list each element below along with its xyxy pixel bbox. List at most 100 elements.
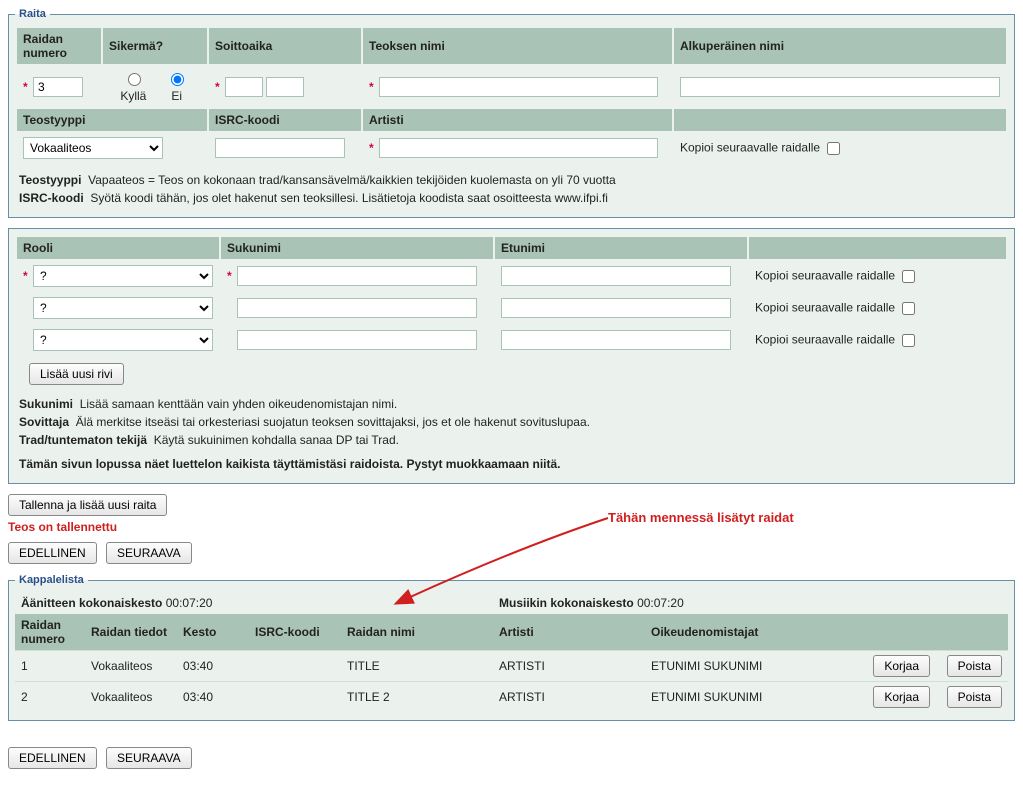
poista-button[interactable]: Poista xyxy=(947,655,1002,677)
kappalelista-legend: Kappalelista xyxy=(15,574,88,586)
kopioi-checkbox[interactable] xyxy=(827,142,840,155)
sikerma-kylla-radio[interactable] xyxy=(128,73,141,86)
aanite-kesto-label: Äänitteen kokonaiskesto xyxy=(21,596,162,610)
soittoaika-min-input[interactable] xyxy=(225,77,263,97)
next-button-top[interactable]: SEURAAVA xyxy=(106,542,192,564)
kappalelista-fieldset: Kappalelista Äänitteen kokonaiskesto 00:… xyxy=(8,574,1015,721)
rooli-select-3[interactable]: ? xyxy=(33,329,213,351)
col-isrc: ISRC-koodi xyxy=(249,614,341,651)
required-marker: * xyxy=(369,80,376,94)
kappalelista-table: Äänitteen kokonaiskesto 00:07:20 Musiiki… xyxy=(15,592,1008,712)
cell-num: 1 xyxy=(15,651,85,682)
help-trad-label: Trad/tuntematon tekijä xyxy=(19,433,147,447)
rooli-select-1[interactable]: ? xyxy=(33,265,213,287)
kopioi-checkbox-3[interactable] xyxy=(902,334,915,347)
info-isrc-text: Syötä koodi tähän, jos olet hakenut sen … xyxy=(90,191,608,205)
roles-help: Sukunimi Lisää samaan kenttään vain yhde… xyxy=(15,389,1008,475)
alkuperainen-nimi-input[interactable] xyxy=(680,77,1000,97)
table-row: 1Vokaaliteos03:40 TITLEARTISTIETUNIMI SUK… xyxy=(15,651,1008,682)
korjaa-button[interactable]: Korjaa xyxy=(873,655,930,677)
col-oikeuden: Oikeudenomistajat xyxy=(645,614,864,651)
hdr-sukunimi: Sukunimi xyxy=(221,237,493,259)
cell-kesto: 03:40 xyxy=(177,651,249,682)
required-marker: * xyxy=(23,80,30,94)
help-trad-text: Käytä sukuinimen kohdalla sanaa DP tai T… xyxy=(154,433,399,447)
cell-isrc xyxy=(249,651,341,682)
isrc-input[interactable] xyxy=(215,138,345,158)
hdr-teostyyppi: Teostyyppi xyxy=(17,109,207,131)
etunimi-input-1[interactable] xyxy=(501,266,731,286)
hdr-artisti: Artisti xyxy=(363,109,672,131)
kopioi-label: Kopioi seuraavalle raidalle xyxy=(680,140,820,154)
info-teostyyppi-label: Teostyyppi xyxy=(19,173,81,187)
raita-legend: Raita xyxy=(15,8,50,20)
cell-tiedot: Vokaaliteos xyxy=(85,651,177,682)
korjaa-button[interactable]: Korjaa xyxy=(873,686,930,708)
teostyyppi-select[interactable]: Vokaaliteos xyxy=(23,137,163,159)
cell-oik: ETUNIMI SUKUNIMI xyxy=(645,651,864,682)
artisti-input[interactable] xyxy=(379,138,658,158)
hdr-teoksen-nimi: Teoksen nimi xyxy=(363,28,672,64)
sukunimi-input-2[interactable] xyxy=(237,298,477,318)
poista-button[interactable]: Poista xyxy=(947,686,1002,708)
next-button-bottom[interactable]: SEURAAVA xyxy=(106,747,192,769)
kopioi-label: Kopioi seuraavalle raidalle xyxy=(755,268,895,282)
kopioi-label: Kopioi seuraavalle raidalle xyxy=(755,332,895,346)
sikerma-ei-label: Ei xyxy=(171,89,182,103)
sukunimi-input-1[interactable] xyxy=(237,266,477,286)
cell-isrc xyxy=(249,682,341,713)
table-row: 2Vokaaliteos03:40 TITLE 2ARTISTIETUNIMI S… xyxy=(15,682,1008,713)
hdr-blank xyxy=(674,109,1006,131)
kopioi-label: Kopioi seuraavalle raidalle xyxy=(755,300,895,314)
save-add-button[interactable]: Tallenna ja lisää uusi raita xyxy=(8,494,167,516)
hdr-etunimi: Etunimi xyxy=(495,237,747,259)
col-blank-2 xyxy=(936,614,1008,651)
cell-artisti: ARTISTI xyxy=(493,651,645,682)
roles-table: Rooli Sukunimi Etunimi * ? * Kopioi seur… xyxy=(15,235,1008,357)
hdr-raidan-numero: Raidan numero xyxy=(17,28,101,64)
cell-oik: ETUNIMI SUKUNIMI xyxy=(645,682,864,713)
raita-fieldset: Raita Raidan numero Sikermä? Soittoaika … xyxy=(8,8,1015,218)
sikerma-ei-radio[interactable] xyxy=(171,73,184,86)
teoksen-nimi-input[interactable] xyxy=(379,77,658,97)
help-footer: Tämän sivun lopussa näet luettelon kaiki… xyxy=(19,457,561,471)
cell-tiedot: Vokaaliteos xyxy=(85,682,177,713)
sikerma-kylla-label: Kyllä xyxy=(120,89,146,103)
etunimi-input-3[interactable] xyxy=(501,330,731,350)
hdr-soittoaika: Soittoaika xyxy=(209,28,361,64)
help-sovittaja-text: Älä merkitse itseäsi tai orkesteriasi su… xyxy=(76,415,590,429)
help-sovittaja-label: Sovittaja xyxy=(19,415,69,429)
raidan-numero-input[interactable] xyxy=(33,77,83,97)
add-row-button[interactable]: Lisää uusi rivi xyxy=(29,363,124,385)
col-raidan-numero: Raidan numero xyxy=(15,614,85,651)
info-teostyyppi-text: Vapaateos = Teos on kokonaan trad/kansan… xyxy=(88,173,616,187)
status-saved: Teos on tallennettu xyxy=(8,520,1015,534)
col-blank-1 xyxy=(864,614,936,651)
required-marker: * xyxy=(227,269,234,283)
required-marker: * xyxy=(215,80,222,94)
musiikki-kesto-label: Musiikin kokonaiskesto xyxy=(499,596,634,610)
prev-button-top[interactable]: EDELLINEN xyxy=(8,542,97,564)
kopioi-checkbox-1[interactable] xyxy=(902,270,915,283)
cell-kesto: 03:40 xyxy=(177,682,249,713)
prev-button-bottom[interactable]: EDELLINEN xyxy=(8,747,97,769)
soittoaika-sec-input[interactable] xyxy=(266,77,304,97)
cell-artisti: ARTISTI xyxy=(493,682,645,713)
help-sukunimi-label: Sukunimi xyxy=(19,397,73,411)
hdr-isrc: ISRC-koodi xyxy=(209,109,361,131)
help-sukunimi-text: Lisää samaan kenttään vain yhden oikeude… xyxy=(80,397,398,411)
kopioi-checkbox-2[interactable] xyxy=(902,302,915,315)
col-kesto: Kesto xyxy=(177,614,249,651)
hdr-sikerma: Sikermä? xyxy=(103,28,207,64)
sukunimi-input-3[interactable] xyxy=(237,330,477,350)
cell-nimi: TITLE 2 xyxy=(341,682,493,713)
required-marker: * xyxy=(23,269,30,283)
col-artisti: Artisti xyxy=(493,614,645,651)
raita-info: Teostyyppi Vapaateos = Teos on kokonaan … xyxy=(15,165,1008,209)
required-marker: * xyxy=(369,141,376,155)
cell-num: 2 xyxy=(15,682,85,713)
etunimi-input-2[interactable] xyxy=(501,298,731,318)
raita-table: Raidan numero Sikermä? Soittoaika Teokse… xyxy=(15,26,1008,165)
cell-nimi: TITLE xyxy=(341,651,493,682)
rooli-select-2[interactable]: ? xyxy=(33,297,213,319)
